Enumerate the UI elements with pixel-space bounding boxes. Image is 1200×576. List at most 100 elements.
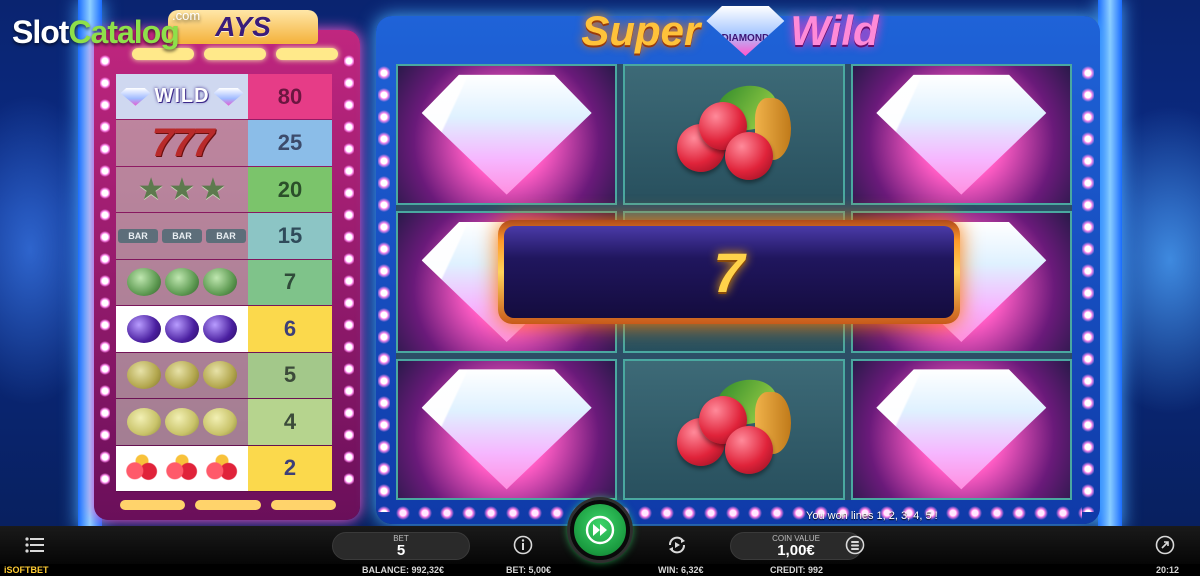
paytable-bottom-lights: [120, 500, 336, 510]
orange-icon: [165, 361, 199, 390]
paytable-payout: 25: [248, 120, 332, 166]
paytable-symbols: [116, 352, 248, 399]
status-win: WIN: 6,32€: [658, 565, 704, 575]
coins-button[interactable]: [844, 534, 866, 556]
info-icon: [513, 535, 533, 555]
win-banner: 7: [498, 220, 960, 324]
cherry-symbol-icon: [669, 80, 799, 190]
melon-icon: [127, 268, 161, 297]
paytable-row-wild: WILD 80: [116, 74, 332, 121]
title-wild: Wild: [790, 7, 879, 54]
reel-cell-diamond: [396, 64, 618, 206]
plum-icon: [203, 314, 237, 343]
bar-symbol: BAR: [162, 229, 202, 244]
wild-symbol: WILD: [120, 85, 244, 108]
diamond-icon: [213, 87, 244, 106]
diamond-symbol-icon: [876, 369, 1047, 490]
expand-button[interactable]: [1154, 534, 1176, 556]
lemon-icon: [127, 407, 161, 436]
watermark-slot: Slot: [12, 14, 69, 50]
reel-cell-cherry: [623, 64, 845, 206]
reels-bulbs-bottom: [392, 506, 1082, 520]
coin-value: 1,00€: [777, 541, 815, 559]
diamond-symbol-icon: [421, 74, 592, 195]
paytable: WILD 80 777 25 ★ ★ ★ 20 BAR BAR BAR 15 7…: [116, 74, 332, 492]
spin-fast-forward-icon: [585, 515, 615, 545]
menu-icon: [25, 537, 44, 553]
lemon-icon: [203, 407, 237, 436]
coin-value-selector[interactable]: COIN VALUE 1,00€: [730, 532, 862, 560]
paytable-symbols: 777: [116, 120, 248, 166]
win-banner-inner: 7: [504, 226, 954, 318]
title-gem-label: DIAMOND: [721, 32, 770, 44]
orange-icon: [203, 361, 237, 390]
star-icon: ★: [168, 172, 196, 206]
paytable-payout: 80: [248, 74, 332, 120]
reel-cell-diamond: [850, 64, 1072, 206]
paytable-bulbs-left: [100, 50, 110, 490]
win-lines-message: You won lines 1, 2, 3, 4, 5 !: [806, 510, 938, 522]
status-clock: 20:12: [1156, 565, 1180, 575]
paytable-symbols: ★ ★ ★: [116, 166, 248, 213]
seven-symbol: 777: [151, 121, 215, 166]
autoplay-button[interactable]: [666, 534, 688, 556]
bar-symbol: BAR: [206, 229, 246, 244]
autoplay-icon: [669, 536, 685, 554]
diamond-symbol-icon: [876, 74, 1047, 195]
paytable-row-lemon: 4: [116, 399, 332, 446]
status-bar: iSOFTBET BALANCE: 992,32€ BET: 5,00€ WIN…: [0, 564, 1200, 576]
melon-icon: [203, 268, 237, 297]
melon-icon: [165, 268, 199, 297]
paytable-payout: 20: [248, 166, 332, 213]
status-credit: CREDIT: 992: [770, 565, 824, 575]
reels-bulbs-right: [1082, 62, 1094, 512]
paytable-row-bar: BAR BAR BAR 15: [116, 213, 332, 260]
paytable-bulbs-right: [344, 50, 354, 490]
reel-cell-cherry: [623, 358, 845, 500]
reels-bulbs-left: [378, 62, 390, 512]
provider-brand: iSOFTBET: [4, 565, 49, 575]
cherry-icon: [124, 454, 160, 483]
status-balance: BALANCE: 992,32€: [362, 565, 445, 575]
info-button[interactable]: [512, 534, 534, 556]
paytable-row-melon: 7: [116, 259, 332, 307]
paytable-payout: 4: [248, 399, 332, 445]
paytable-row-cherry: 2: [116, 445, 332, 492]
diamond-symbol-icon: [421, 369, 592, 490]
slotcatalog-watermark: SlotCatalog .com: [12, 8, 200, 51]
diamond-icon: [120, 87, 151, 106]
expand-icon: [1155, 535, 1175, 555]
win-amount: 7: [713, 240, 745, 304]
cherry-icon: [164, 454, 200, 483]
menu-button[interactable]: [24, 534, 46, 556]
paytable-payout: 5: [248, 352, 332, 399]
wild-label: WILD: [154, 85, 210, 108]
paytable-payout: 15: [248, 213, 332, 259]
coins-icon: [845, 535, 865, 555]
paytable-symbols: [116, 399, 248, 445]
paytable-symbols: BAR BAR BAR: [116, 213, 248, 259]
orange-icon: [127, 361, 161, 390]
reel-cell-diamond: [396, 358, 618, 500]
right-neon-column: [1098, 0, 1122, 530]
star-icon: ★: [137, 172, 165, 206]
bet-selector[interactable]: BET 5: [332, 532, 470, 560]
star-icon: ★: [199, 172, 227, 206]
bet-value: 5: [396, 541, 406, 559]
status-bet: BET: 5,00€: [506, 565, 552, 575]
spin-button[interactable]: [570, 500, 630, 560]
bar-symbol: BAR: [118, 229, 158, 244]
paytable-payout: 6: [248, 306, 332, 352]
lemon-icon: [165, 407, 199, 436]
paytable-row-plum: 6: [116, 306, 332, 353]
watermark-com: .com: [172, 8, 201, 23]
title-super: Super: [581, 7, 701, 54]
paytable-symbols: [116, 306, 248, 352]
paytable-symbols: [116, 259, 248, 306]
diamond-logo-icon: DIAMOND: [706, 6, 785, 56]
watermark-catalog: Catalog: [68, 14, 179, 50]
paytable-payout: 2: [248, 445, 332, 491]
paytable-symbols: [116, 445, 248, 491]
cherry-symbol-icon: [669, 374, 799, 484]
paytable-row-orange: 5: [116, 352, 332, 400]
